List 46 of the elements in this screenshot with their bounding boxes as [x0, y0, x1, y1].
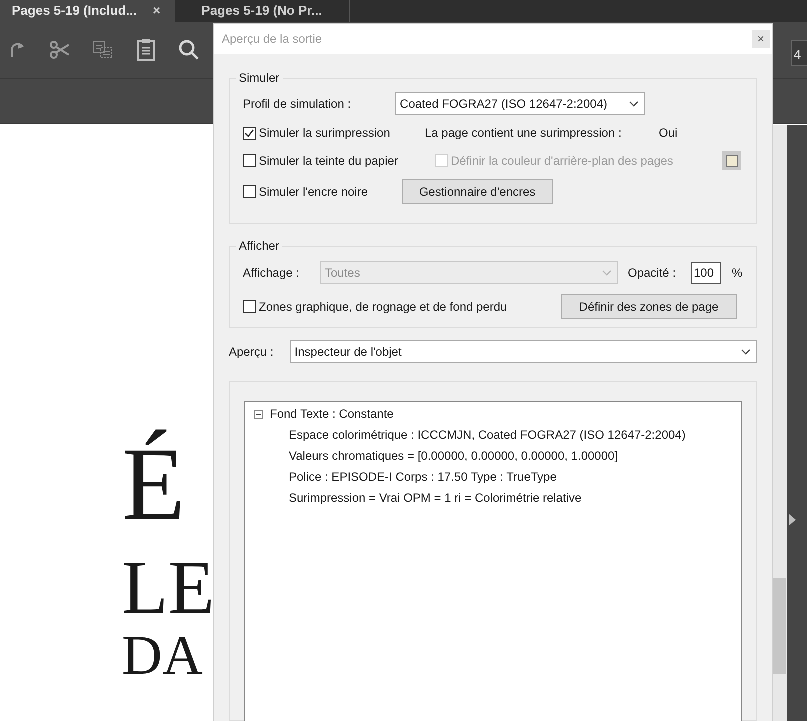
checkbox[interactable] [243, 154, 256, 167]
tree-item[interactable]: Police : EPISODE-I Corps : 17.50 Type : TrueType [289, 468, 741, 486]
close-button[interactable]: × [752, 30, 770, 48]
expand-panel-icon[interactable] [789, 514, 796, 526]
page-heading-text: É [122, 426, 186, 544]
page-number-field[interactable]: 4 [791, 40, 807, 66]
document-tab[interactable]: Pages 5-19 (Includ... × [0, 0, 175, 22]
caret-icon [602, 270, 612, 276]
opacity-field[interactable]: 100 [691, 262, 721, 284]
checkbox[interactable] [243, 300, 256, 313]
copy-icon[interactable] [92, 39, 114, 61]
group-legend: Simuler [236, 69, 283, 87]
preview-dropdown[interactable]: Inspecteur de l'objet [290, 340, 757, 363]
caret-icon [741, 348, 751, 354]
field-label: Profil de simulation : [243, 96, 352, 112]
window-title: Aperçu de la sortie [222, 31, 322, 48]
checkbox-label: Définir la couleur d'arrière-plan des pages [451, 152, 674, 170]
checkbox[interactable] [243, 126, 256, 140]
unit-label: % [732, 264, 743, 282]
collapse-toggle[interactable] [254, 410, 263, 418]
search-icon[interactable] [178, 39, 200, 61]
field-label: Aperçu : [229, 344, 275, 360]
tree-item[interactable]: Fond Texte : Constante [270, 405, 394, 423]
checkbox-label: Simuler la teinte du papier [259, 152, 398, 170]
page-heading-text: DA [122, 626, 203, 686]
info-label: La page contient une surimpression : [425, 125, 623, 142]
profile-dropdown[interactable]: Coated FOGRA27 (ISO 12647-2:2004) [395, 92, 646, 115]
caret-icon [629, 100, 640, 106]
checkbox-label: Simuler la surimpression [259, 125, 390, 142]
page-heading-text: LE [122, 550, 215, 626]
field-label: Opacité : [628, 264, 678, 282]
checkbox-label: Simuler l'encre noire [259, 184, 368, 200]
checkbox[interactable] [243, 185, 256, 198]
field-label: Affichage : [243, 264, 300, 282]
scrollbar[interactable] [773, 125, 787, 721]
ink-manager-button[interactable]: Gestionnaire d'encres [402, 179, 553, 204]
tree-item[interactable]: Valeurs chromatiques = [0.00000, 0.00000, 0.00000, 1.00000] [289, 447, 741, 465]
close-tab-button[interactable]: × [153, 1, 161, 21]
tree-item[interactable]: Surimpression = Vrai OPM = 1 ri = Colorimétrie relative [289, 489, 741, 507]
scissors-icon[interactable] [49, 39, 71, 61]
group-legend: Afficher [236, 237, 282, 255]
page-zones-button[interactable]: Définir des zones de page [561, 294, 737, 319]
info-value: Oui [659, 125, 678, 142]
tree-item[interactable]: Espace colorimétrique : ICCCMJN, Coated FOGRA27 (ISO 12647-2:2004) [289, 426, 741, 444]
checkbox-label: Zones graphique, de rognage et de fond perdu [259, 298, 508, 316]
clipboard-icon[interactable] [135, 38, 157, 62]
